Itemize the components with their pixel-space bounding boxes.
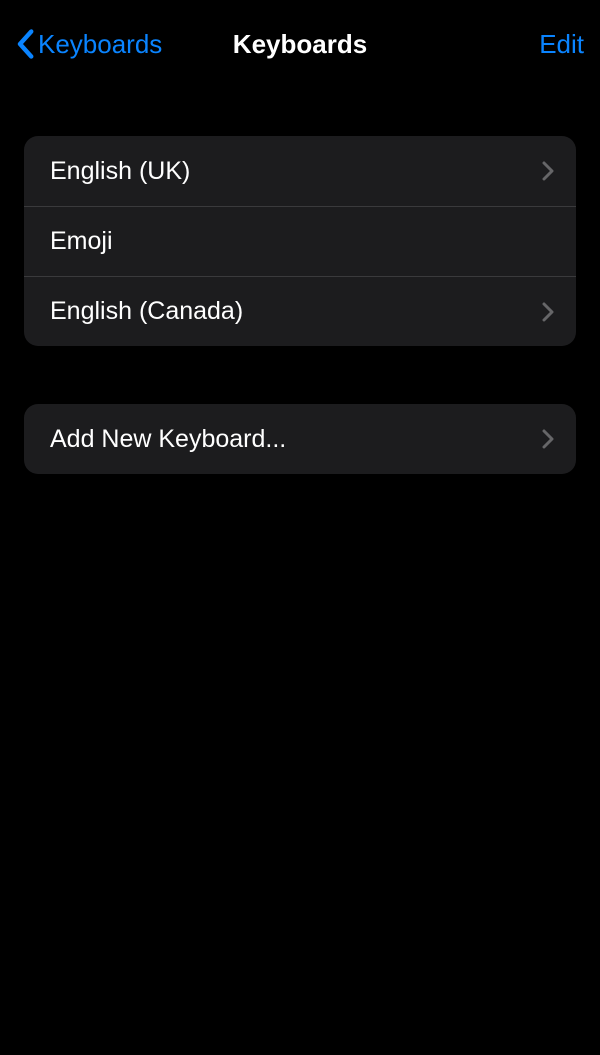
chevron-right-icon — [542, 429, 554, 449]
add-keyboard-group: Add New Keyboard... — [24, 404, 576, 474]
keyboard-item-english-canada[interactable]: English (Canada) — [24, 276, 576, 346]
navigation-bar: Keyboards Keyboards Edit — [0, 12, 600, 76]
chevron-right-icon — [542, 302, 554, 322]
keyboard-item-label: Emoji — [50, 227, 113, 256]
content-area: English (UK) Emoji English (Canada) Add … — [0, 136, 600, 474]
keyboards-list: English (UK) Emoji English (Canada) — [24, 136, 576, 346]
keyboard-item-label: English (Canada) — [50, 297, 243, 326]
back-button-label: Keyboards — [38, 29, 162, 60]
chevron-right-icon — [542, 161, 554, 181]
chevron-left-icon — [16, 29, 34, 59]
add-new-keyboard-label: Add New Keyboard... — [50, 425, 286, 454]
page-title: Keyboards — [233, 29, 367, 60]
keyboard-item-english-uk[interactable]: English (UK) — [24, 136, 576, 206]
add-new-keyboard-button[interactable]: Add New Keyboard... — [24, 404, 576, 474]
keyboard-item-label: English (UK) — [50, 157, 190, 186]
back-button[interactable]: Keyboards — [16, 29, 162, 60]
edit-button[interactable]: Edit — [539, 29, 584, 60]
keyboard-item-emoji[interactable]: Emoji — [24, 206, 576, 276]
